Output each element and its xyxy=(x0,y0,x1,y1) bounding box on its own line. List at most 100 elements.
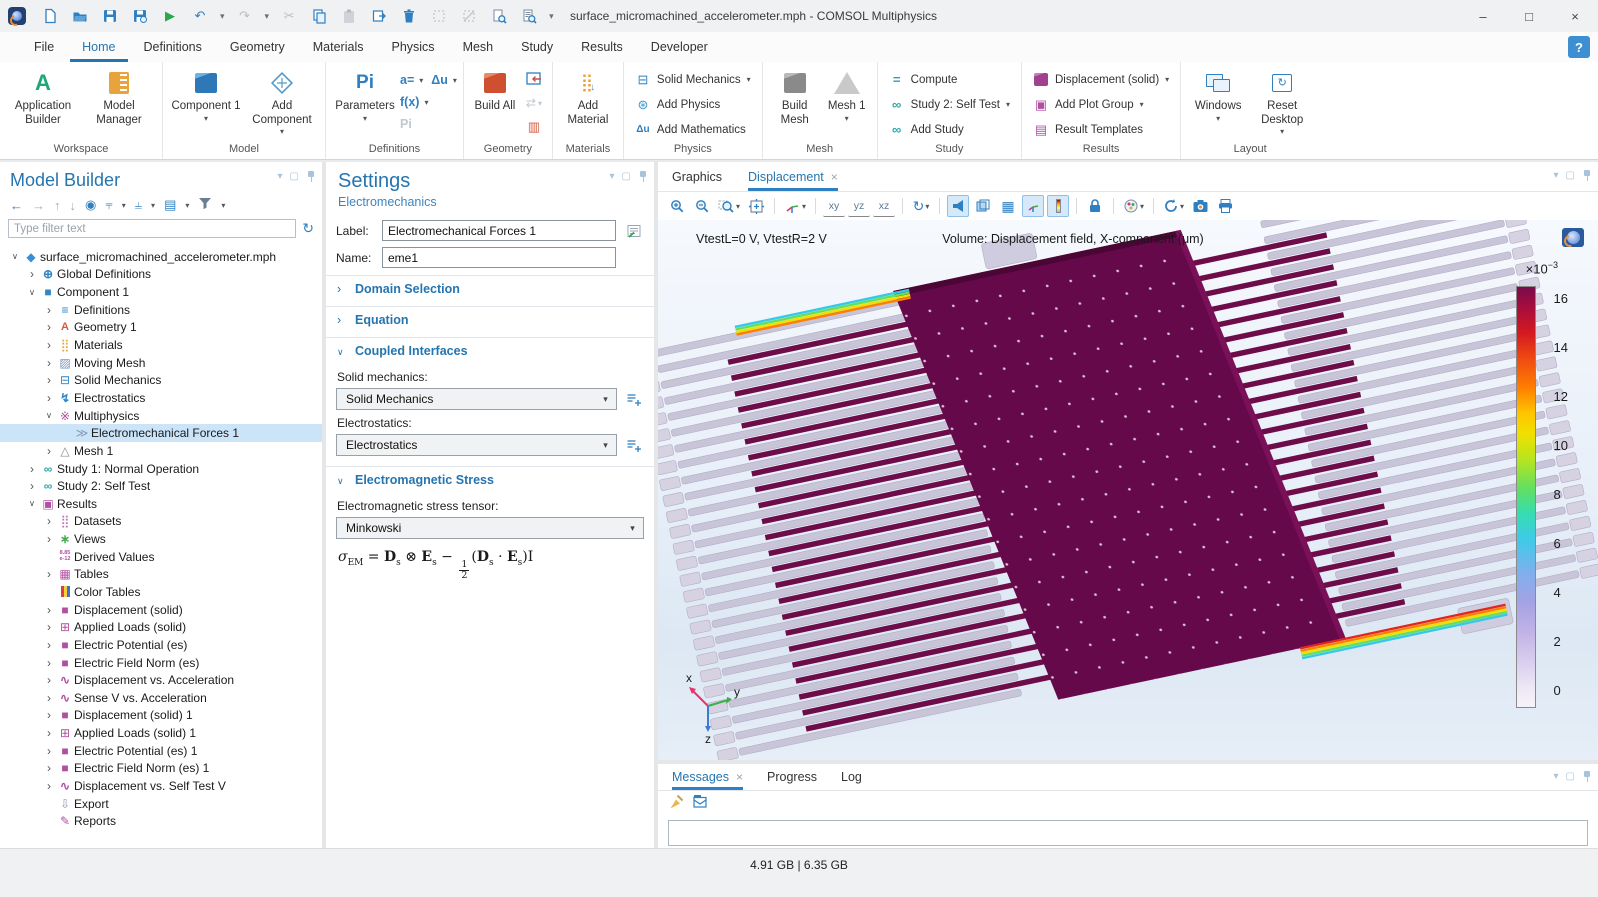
menu-developer[interactable]: Developer xyxy=(639,32,720,62)
close-icon[interactable]: × xyxy=(736,770,743,784)
save-icon[interactable] xyxy=(100,6,120,26)
expander-icon[interactable] xyxy=(42,761,56,775)
mesh-1-button[interactable]: Mesh 1▾ xyxy=(823,67,871,125)
expander-icon[interactable] xyxy=(42,567,56,581)
back-icon[interactable]: ← xyxy=(10,198,23,213)
zoom-in-icon[interactable] xyxy=(666,195,688,217)
result-templates-button[interactable]: ▤Result Templates xyxy=(1028,117,1148,142)
run-icon[interactable]: ▶ xyxy=(160,6,180,26)
windows-button[interactable]: Windows▾ xyxy=(1187,67,1249,125)
rotate-icon[interactable]: ↻▾ xyxy=(910,195,932,217)
find-replace-icon[interactable] xyxy=(519,6,539,26)
tree-item[interactable]: Displacement (solid) 1 xyxy=(0,707,322,725)
menu-geometry[interactable]: Geometry xyxy=(218,32,297,62)
menu-mesh[interactable]: Mesh xyxy=(451,32,506,62)
expander-icon[interactable] xyxy=(42,373,56,387)
expander-icon[interactable] xyxy=(42,691,56,705)
application-builder-button[interactable]: AApplication Builder xyxy=(6,67,80,129)
panel-pin-icon[interactable] xyxy=(306,170,316,182)
refresh-icon[interactable]: ↻ xyxy=(302,220,314,237)
scene-light-icon[interactable] xyxy=(947,195,969,217)
name-input[interactable]: eme1 xyxy=(382,247,616,268)
tree-item[interactable]: Applied Loads (solid) xyxy=(0,618,322,636)
accelerometer-3d-model[interactable] xyxy=(658,220,1598,760)
expander-icon[interactable] xyxy=(42,356,56,370)
add-material-button[interactable]: ⣿↓Add Material xyxy=(559,67,617,129)
close-button[interactable]: × xyxy=(1552,0,1598,32)
tree-item[interactable]: Solid Mechanics xyxy=(0,371,322,389)
add-solid-mechanics-icon[interactable] xyxy=(624,389,644,409)
panel-menu-chevron-icon[interactable]: ▾ xyxy=(610,171,615,182)
tree-item[interactable]: Sense V vs. Acceleration xyxy=(0,689,322,707)
tree-item[interactable]: Displacement vs. Acceleration xyxy=(0,671,322,689)
menu-physics[interactable]: Physics xyxy=(379,32,446,62)
add-mathematics-button[interactable]: ΔuAdd Mathematics xyxy=(630,117,751,142)
help-button[interactable]: ? xyxy=(1568,36,1590,58)
appearance-icon[interactable]: ▾ xyxy=(1121,195,1146,217)
open-icon[interactable] xyxy=(70,6,90,26)
maximize-button[interactable]: □ xyxy=(1506,0,1552,32)
zoom-box-icon[interactable]: ▾ xyxy=(716,195,742,217)
plot-area[interactable]: VtestL=0 V, VtestR=2 V Volume: Displacem… xyxy=(658,220,1598,760)
undo-icon[interactable]: ↶ xyxy=(190,6,210,26)
expander-icon[interactable] xyxy=(42,656,56,670)
expander-icon[interactable] xyxy=(42,603,56,617)
lock-view-icon[interactable] xyxy=(1084,195,1106,217)
tree-item[interactable]: Electric Field Norm (es) 1 xyxy=(0,760,322,778)
virtual-operations-icon[interactable]: ▥ xyxy=(522,115,546,139)
tree-item[interactable]: Derived Values xyxy=(0,548,322,566)
menu-definitions[interactable]: Definitions xyxy=(132,32,214,62)
tree-item[interactable]: Tables xyxy=(0,566,322,584)
section-coupled-interfaces[interactable]: Coupled Interfaces xyxy=(326,337,654,364)
tree-item[interactable]: Geometry 1 xyxy=(0,319,322,337)
close-icon[interactable]: × xyxy=(831,170,838,184)
model-manager-button[interactable]: Model Manager xyxy=(82,67,156,129)
filter-funnel-icon[interactable] xyxy=(198,197,212,213)
add-plot-group-button[interactable]: ▣Add Plot Group▾ xyxy=(1028,92,1149,117)
tab-progress[interactable]: Progress xyxy=(767,764,817,790)
insert-sequence-icon[interactable] xyxy=(522,67,546,91)
tree-item[interactable]: Electric Field Norm (es) xyxy=(0,654,322,672)
tree-item[interactable]: Displacement (solid) xyxy=(0,601,322,619)
rename-icon[interactable] xyxy=(624,221,644,241)
tree-item[interactable]: Color Tables xyxy=(0,583,322,601)
zoom-out-icon[interactable] xyxy=(691,195,713,217)
panel-float-icon[interactable]: ▢ xyxy=(622,171,631,182)
print-icon[interactable] xyxy=(1214,195,1236,217)
menu-home[interactable]: Home xyxy=(70,32,127,62)
tree-item[interactable]: Component 1 xyxy=(0,283,322,301)
expander-icon[interactable] xyxy=(42,744,56,758)
filter-input[interactable]: Type filter text xyxy=(8,219,296,238)
clear-messages-icon[interactable] xyxy=(668,794,684,813)
expander-icon[interactable] xyxy=(42,338,56,352)
collapse-all-icon[interactable]: ⫧ xyxy=(105,197,112,213)
stress-tensor-dropdown[interactable]: Minkowski▾ xyxy=(336,517,644,539)
message-log-icon[interactable] xyxy=(692,794,708,812)
section-equation[interactable]: Equation xyxy=(326,306,654,333)
tree-item[interactable]: Study 2: Self Test xyxy=(0,477,322,495)
parameters-button[interactable]: PiParameters▾ xyxy=(332,67,398,125)
messages-output[interactable] xyxy=(668,820,1588,846)
panel-float-icon[interactable]: ▢ xyxy=(1566,170,1575,181)
undo-chevron-icon[interactable]: ▾ xyxy=(220,11,225,22)
study-2-select[interactable]: ∞Study 2: Self Test▾ xyxy=(884,92,1015,117)
tree-item[interactable]: Export xyxy=(0,795,322,813)
show-grid-icon[interactable]: ▦ xyxy=(997,195,1019,217)
tree-item[interactable]: Study 1: Normal Operation xyxy=(0,460,322,478)
expander-icon[interactable] xyxy=(42,444,56,458)
panel-menu-chevron-icon[interactable]: ▾ xyxy=(278,171,283,182)
copy-icon[interactable] xyxy=(309,6,329,26)
tree-item[interactable]: Definitions xyxy=(0,301,322,319)
tab-graphics[interactable]: Graphics xyxy=(672,162,722,191)
nonlocal-couplings-button[interactable]: Δu▾ xyxy=(431,69,457,91)
app-icon[interactable] xyxy=(8,7,26,25)
expander-icon[interactable] xyxy=(42,410,56,421)
snapshot-icon[interactable] xyxy=(1189,195,1211,217)
panel-pin-icon[interactable] xyxy=(1582,770,1592,782)
expander-icon[interactable] xyxy=(25,287,39,298)
expander-icon[interactable] xyxy=(42,303,56,317)
zoom-extents-icon[interactable] xyxy=(745,195,767,217)
expander-icon[interactable] xyxy=(42,673,56,687)
panel-pin-icon[interactable] xyxy=(638,170,648,182)
panel-menu-chevron-icon[interactable]: ▾ xyxy=(1554,771,1559,782)
